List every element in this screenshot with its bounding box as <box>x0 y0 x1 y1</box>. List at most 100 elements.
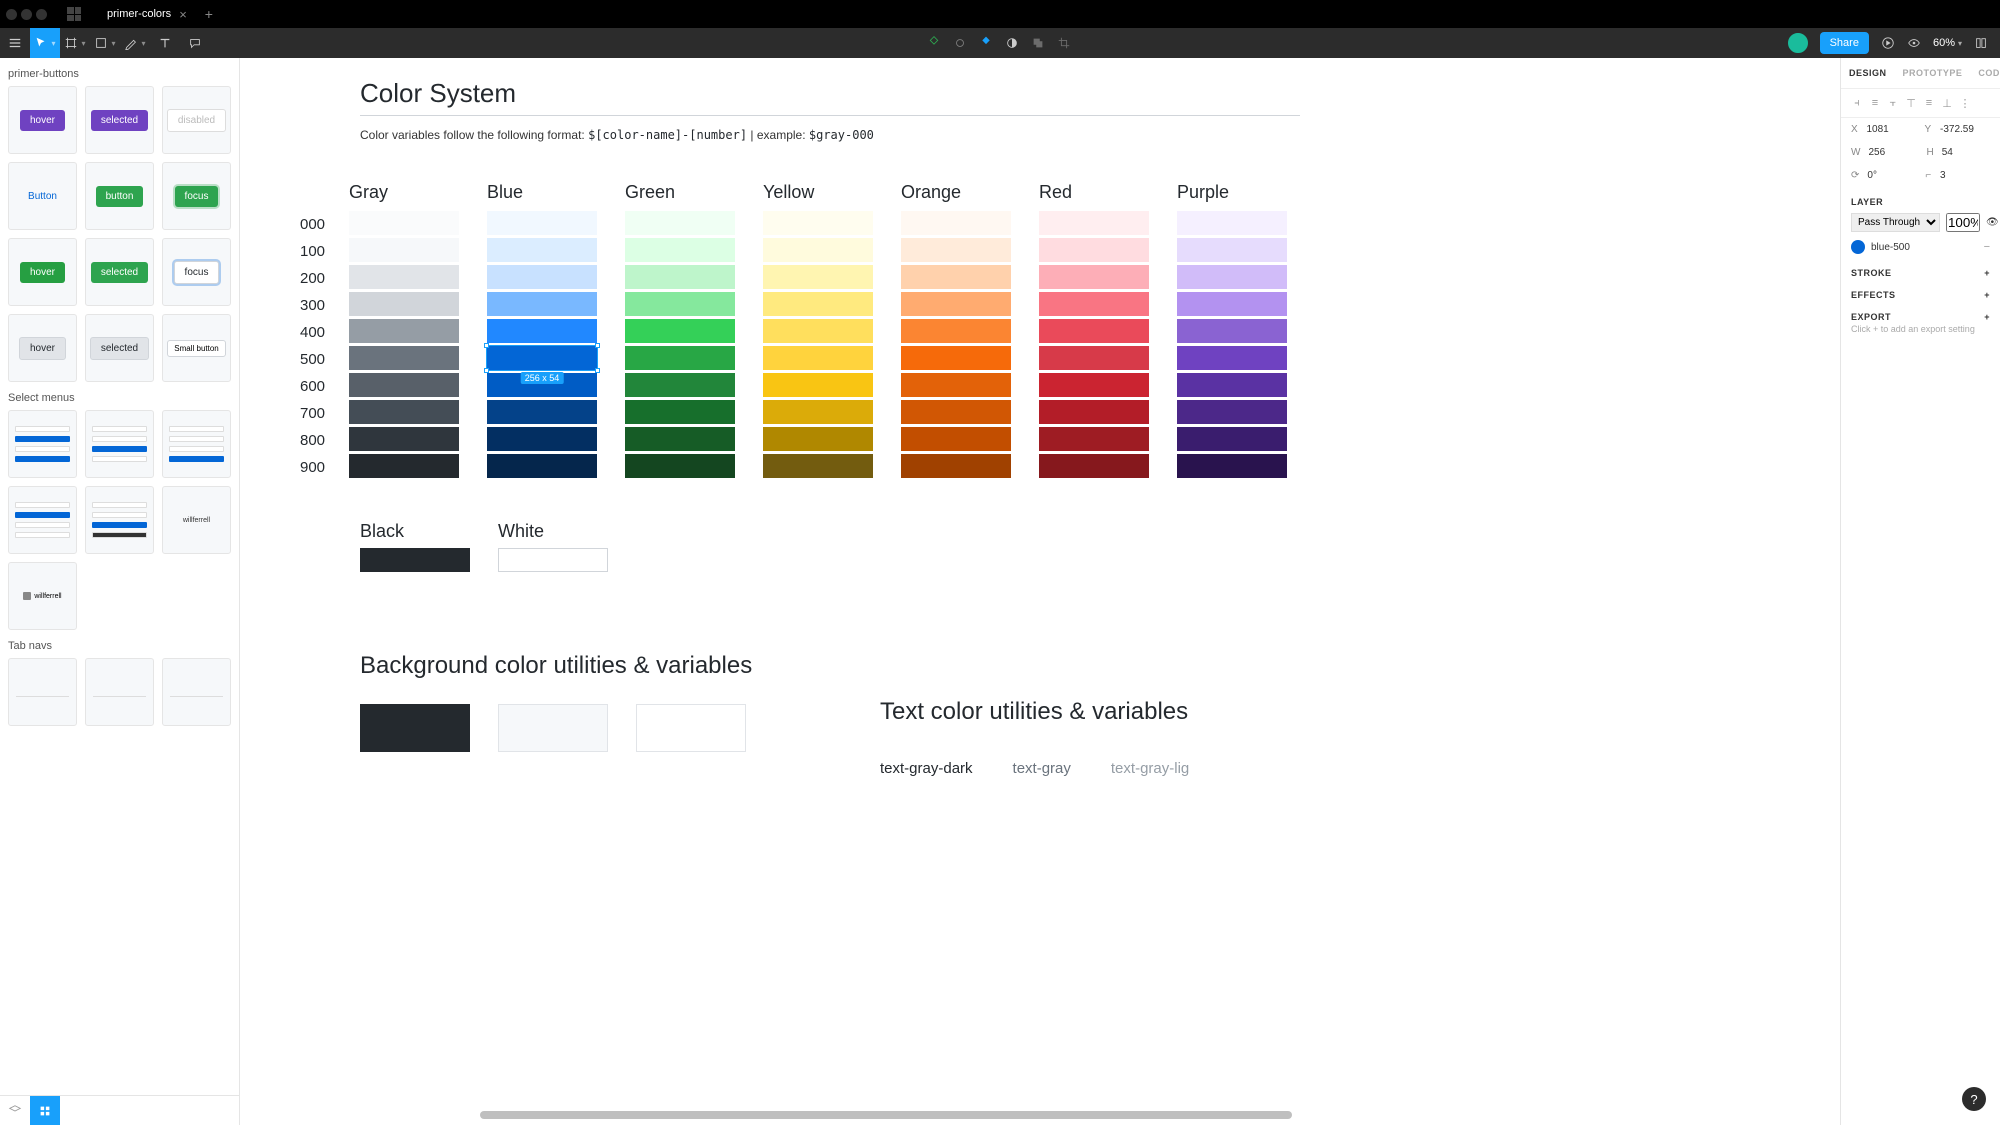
color-swatch[interactable] <box>1039 319 1149 343</box>
canvas[interactable]: Color System Color variables follow the … <box>240 58 1840 1125</box>
color-swatch[interactable] <box>763 265 873 289</box>
thumb[interactable] <box>85 486 154 554</box>
color-swatch[interactable] <box>901 292 1011 316</box>
inspector-tab-code[interactable]: CODE <box>1970 58 2000 88</box>
align-vcenter-icon[interactable]: ≡ <box>1923 97 1935 109</box>
color-swatch[interactable] <box>1039 292 1149 316</box>
opacity-input[interactable] <box>1946 213 1980 232</box>
color-swatch[interactable] <box>901 211 1011 235</box>
help-button[interactable]: ? <box>1962 1087 1986 1111</box>
color-swatch[interactable] <box>487 427 597 451</box>
inspector-tab-design[interactable]: DESIGN <box>1841 58 1895 88</box>
visibility-icon[interactable]: 👁 <box>1986 217 1999 228</box>
w-input[interactable] <box>1868 147 1918 158</box>
frame-tool[interactable] <box>60 28 90 58</box>
thumb[interactable]: focus <box>162 162 231 230</box>
color-swatch[interactable] <box>1039 454 1149 478</box>
color-swatch[interactable] <box>1177 427 1287 451</box>
present-icon[interactable] <box>1881 36 1895 50</box>
thumb[interactable]: disabled <box>162 86 231 154</box>
color-swatch[interactable] <box>1039 238 1149 262</box>
color-swatch[interactable] <box>487 454 597 478</box>
color-swatch[interactable] <box>487 319 597 343</box>
color-swatch[interactable] <box>349 292 459 316</box>
color-swatch[interactable] <box>625 373 735 397</box>
color-swatch[interactable] <box>1177 400 1287 424</box>
reset-icon[interactable] <box>953 36 967 50</box>
color-swatch[interactable] <box>625 211 735 235</box>
thumb[interactable] <box>8 658 77 726</box>
thumb[interactable]: Button <box>8 162 77 230</box>
align-right-icon[interactable]: ⫟ <box>1887 97 1899 109</box>
color-swatch[interactable] <box>901 373 1011 397</box>
color-swatch[interactable] <box>901 238 1011 262</box>
assets-tab-icon[interactable] <box>30 1096 60 1125</box>
color-swatch[interactable] <box>1177 292 1287 316</box>
user-avatar[interactable] <box>1788 33 1808 53</box>
add-effect-icon[interactable]: + <box>1984 290 1990 300</box>
pen-tool[interactable] <box>120 28 150 58</box>
color-swatch[interactable] <box>763 373 873 397</box>
color-swatch[interactable] <box>1039 346 1149 370</box>
rotation-input[interactable] <box>1867 170 1917 181</box>
h-input[interactable] <box>1942 147 1992 158</box>
add-export-icon[interactable]: + <box>1984 312 1990 322</box>
thumb[interactable]: button <box>85 162 154 230</box>
move-tool[interactable] <box>30 28 60 58</box>
thumb[interactable]: hover <box>8 86 77 154</box>
color-swatch[interactable] <box>349 346 459 370</box>
color-swatch[interactable] <box>763 211 873 235</box>
color-swatch[interactable] <box>763 454 873 478</box>
color-swatch[interactable]: 256 x 54 <box>487 346 597 370</box>
boolean-icon[interactable] <box>1031 36 1045 50</box>
color-swatch[interactable] <box>487 211 597 235</box>
thumb[interactable] <box>8 486 77 554</box>
distribute-icon[interactable]: ⋮ <box>1959 97 1971 109</box>
color-swatch[interactable] <box>1177 346 1287 370</box>
color-swatch[interactable] <box>763 319 873 343</box>
color-swatch[interactable] <box>901 346 1011 370</box>
color-swatch[interactable] <box>1177 373 1287 397</box>
bg-swatch[interactable] <box>360 704 470 752</box>
color-swatch[interactable] <box>1177 319 1287 343</box>
add-stroke-icon[interactable]: + <box>1984 268 1990 278</box>
shape-tool[interactable] <box>90 28 120 58</box>
eye-icon[interactable] <box>1907 36 1921 50</box>
color-swatch[interactable] <box>625 265 735 289</box>
color-swatch[interactable] <box>1039 373 1149 397</box>
color-swatch[interactable] <box>901 265 1011 289</box>
color-swatch[interactable] <box>349 373 459 397</box>
x-input[interactable] <box>1867 124 1917 135</box>
color-swatch[interactable] <box>625 400 735 424</box>
thumb[interactable]: hover <box>8 238 77 306</box>
thumb[interactable]: Small button <box>162 314 231 382</box>
white-swatch[interactable] <box>498 548 608 572</box>
app-grid-icon[interactable] <box>67 7 81 21</box>
color-swatch[interactable] <box>487 265 597 289</box>
thumb[interactable]: selected <box>85 86 154 154</box>
remove-fill-icon[interactable]: − <box>1984 241 1990 253</box>
color-swatch[interactable] <box>763 238 873 262</box>
align-bottom-icon[interactable]: ⊥ <box>1941 97 1953 109</box>
thumb[interactable]: focus <box>162 238 231 306</box>
bg-swatch[interactable] <box>636 704 746 752</box>
bg-swatch[interactable] <box>498 704 608 752</box>
color-swatch[interactable] <box>349 454 459 478</box>
color-swatch[interactable] <box>625 346 735 370</box>
color-swatch[interactable] <box>625 427 735 451</box>
menu-button[interactable] <box>0 28 30 58</box>
color-swatch[interactable] <box>349 211 459 235</box>
color-swatch[interactable] <box>901 454 1011 478</box>
inspector-tab-prototype[interactable]: PROTOTYPE <box>1895 58 1971 88</box>
thumb[interactable]: hover <box>8 314 77 382</box>
color-swatch[interactable] <box>1039 265 1149 289</box>
zoom-level[interactable]: 60% <box>1933 37 1962 49</box>
fill-color-swatch[interactable] <box>1851 240 1865 254</box>
horizontal-scrollbar[interactable] <box>480 1111 1640 1119</box>
align-hcenter-icon[interactable]: ≡ <box>1869 97 1881 109</box>
color-swatch[interactable] <box>487 400 597 424</box>
color-swatch[interactable] <box>625 454 735 478</box>
new-tab-button[interactable]: + <box>205 6 213 22</box>
thumb[interactable] <box>162 410 231 478</box>
color-swatch[interactable] <box>901 319 1011 343</box>
